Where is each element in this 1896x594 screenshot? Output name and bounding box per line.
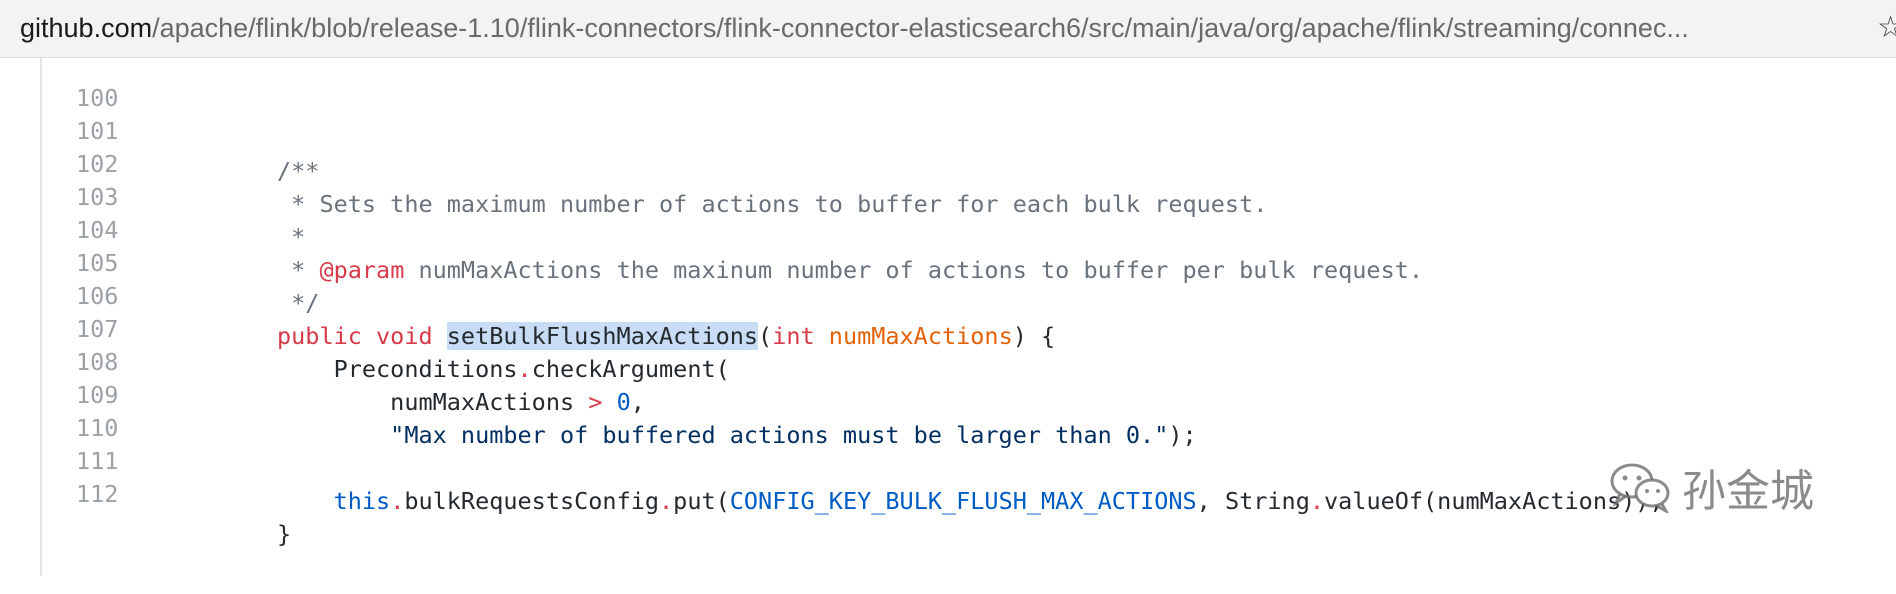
code-line: 112 }: [0, 434, 1896, 548]
code-viewer: 100 101 /** 102 * Sets the maximum numbe…: [0, 58, 1896, 576]
constant-name: CONFIG_KEY_BULK_FLUSH_MAX_ACTIONS: [729, 487, 1197, 515]
line-number[interactable]: 112: [76, 474, 124, 514]
code-text: this.bulkRequestsConfig.put(CONFIG_KEY_B…: [277, 487, 1664, 515]
code-text: }: [277, 520, 292, 548]
